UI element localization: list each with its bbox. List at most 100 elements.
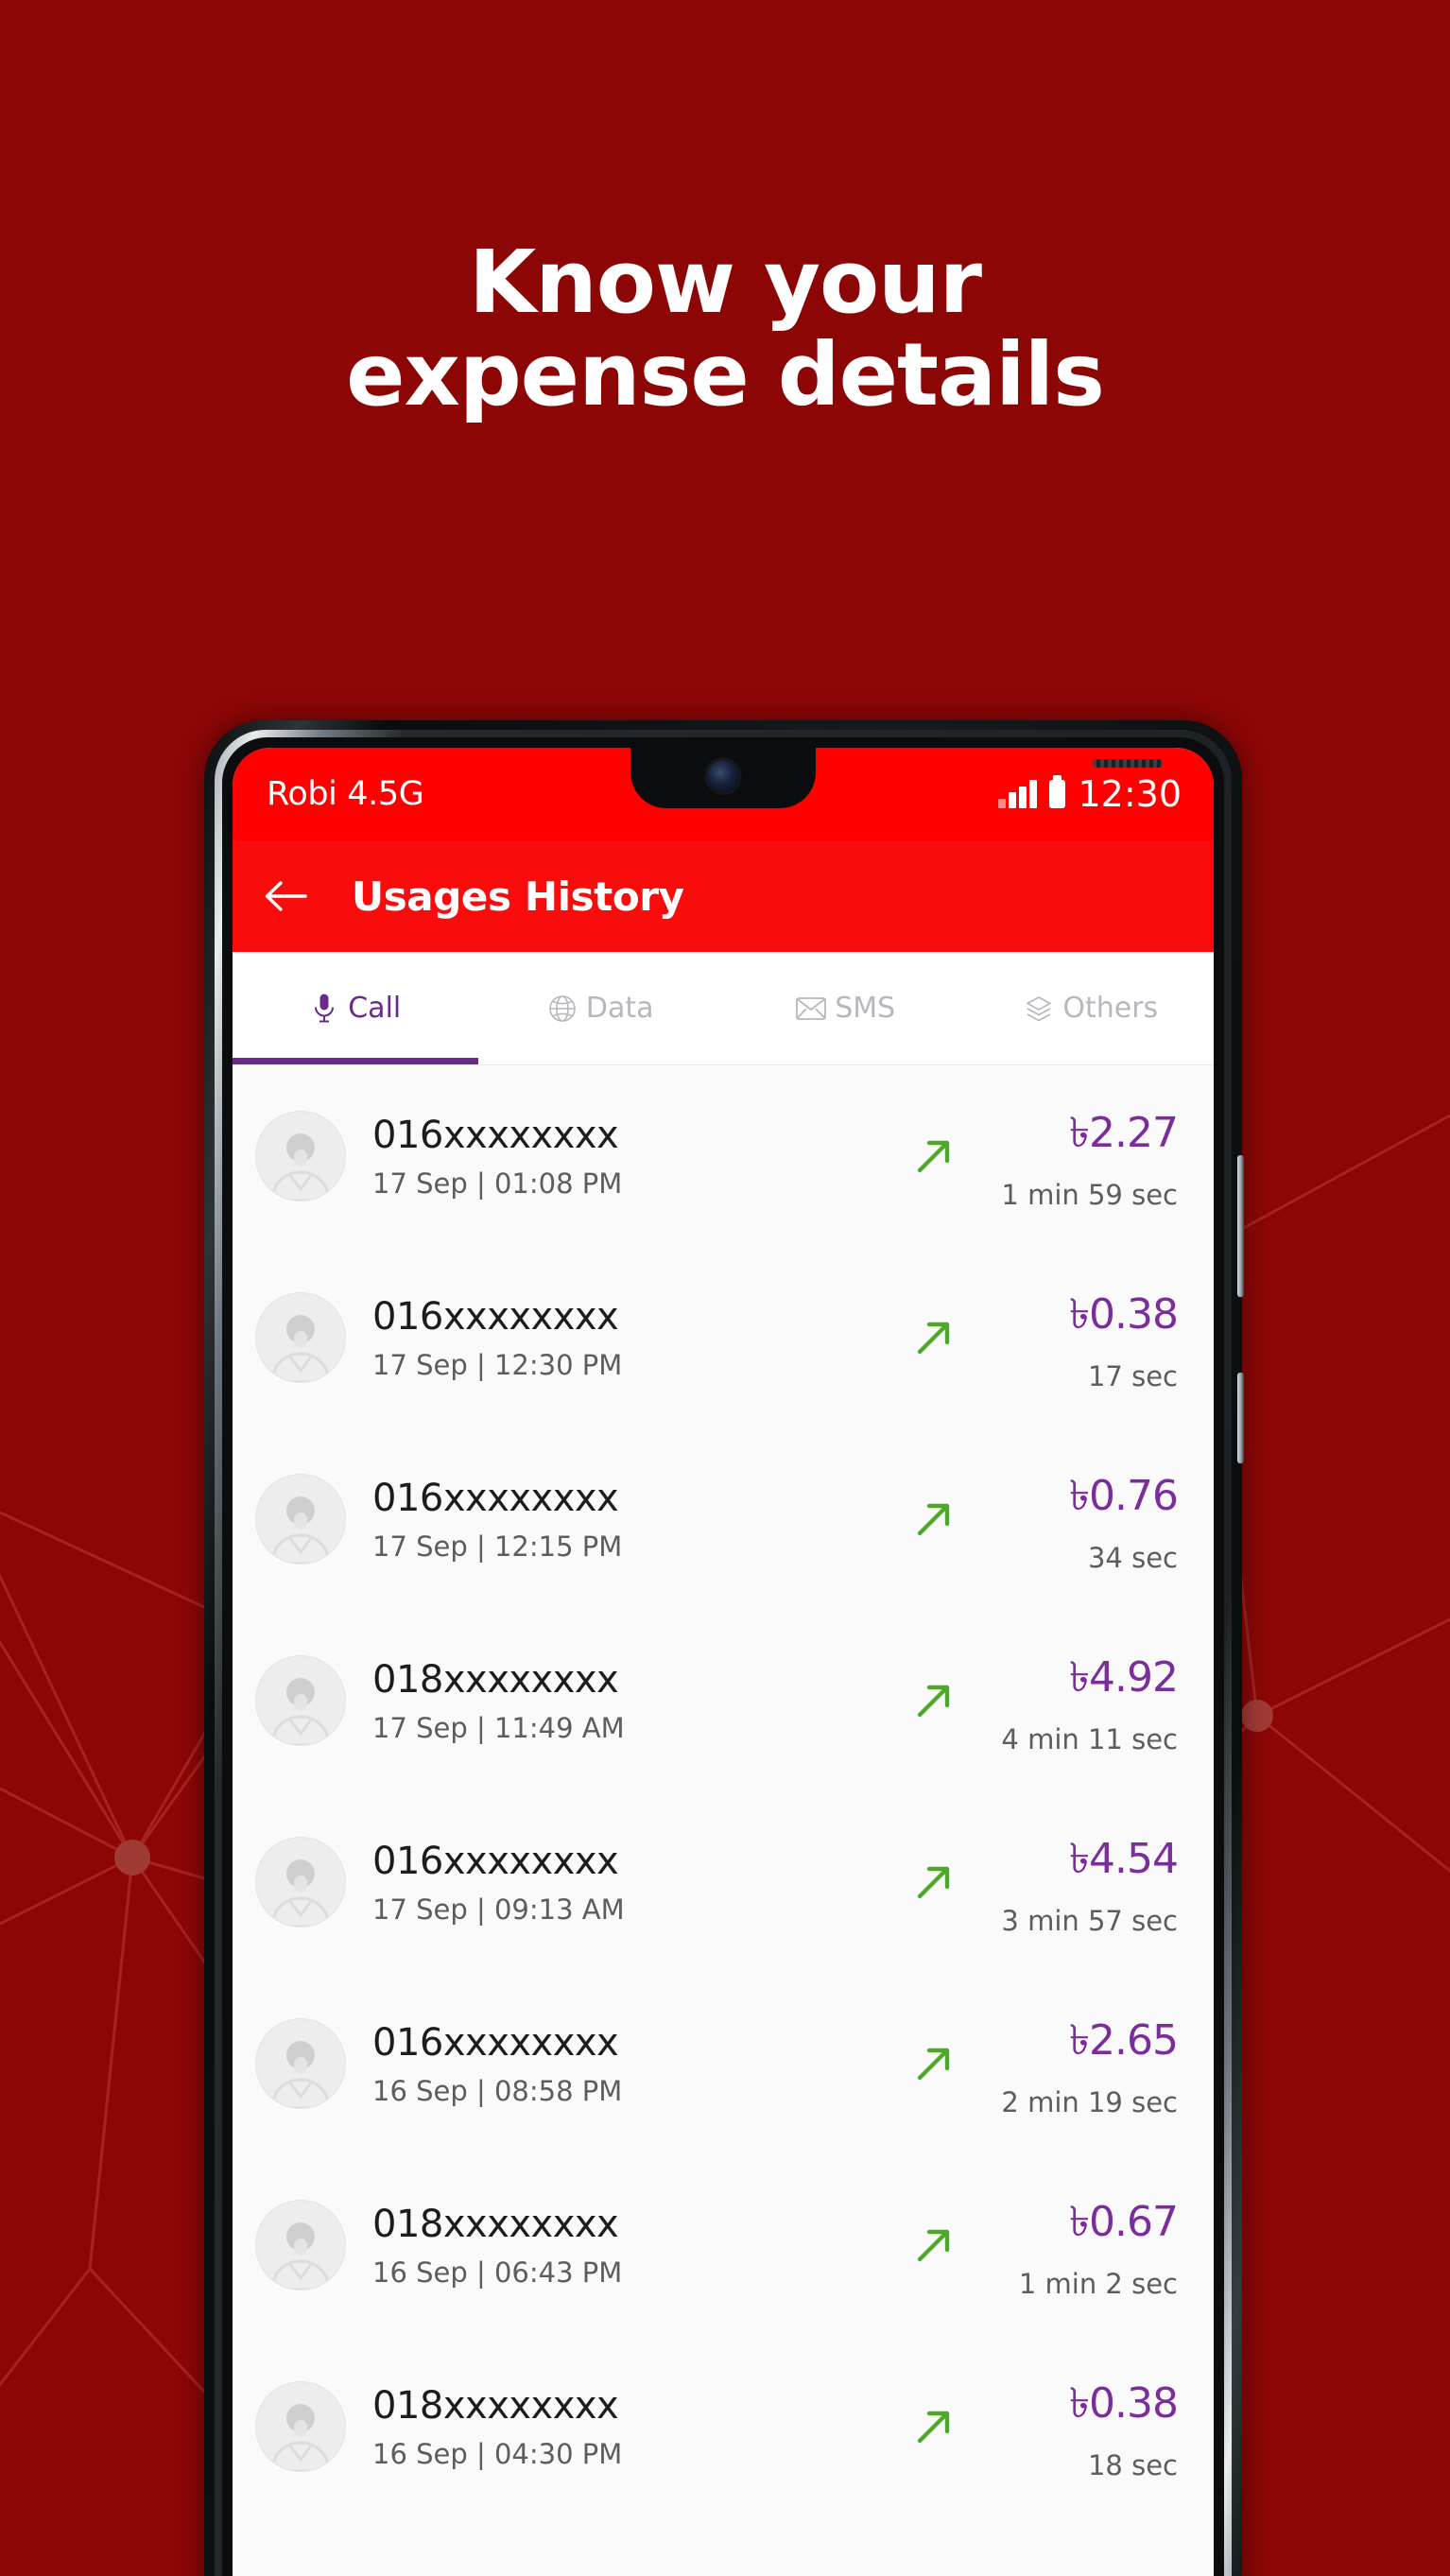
call-duration: 18 sec <box>1087 2449 1178 2481</box>
call-amount: ৳4.92 <box>1069 1653 1179 1702</box>
row-secondary: ৳0.67 1 min 2 sec <box>979 2190 1179 2300</box>
call-duration: 34 sec <box>1087 1542 1178 1574</box>
call-duration: 1 min 2 sec <box>1018 2268 1178 2300</box>
avatar <box>255 2200 346 2291</box>
tab-data[interactable]: Data <box>478 952 724 1064</box>
tab-others[interactable]: Others <box>969 952 1215 1064</box>
table-row[interactable]: 016xxxxxxxx 17 Sep | 09:13 AM ৳4.54 3 mi… <box>233 1791 1214 1973</box>
tab-call-label: Call <box>348 992 402 1025</box>
row-primary: 018xxxxxxxx 16 Sep | 06:43 PM <box>346 2203 889 2289</box>
call-amount: ৳0.38 <box>1069 1290 1179 1339</box>
headline-line-1: Know your <box>468 232 982 333</box>
person-placeholder-icon <box>270 2041 331 2108</box>
row-secondary: ৳2.65 2 min 19 sec <box>979 2009 1179 2118</box>
contact-number: 016xxxxxxxx <box>372 1113 619 1157</box>
row-secondary: ৳0.76 34 sec <box>979 1464 1179 1574</box>
row-primary: 016xxxxxxxx 17 Sep | 09:13 AM <box>346 1840 889 1926</box>
tab-data-label: Data <box>585 992 654 1025</box>
call-amount: ৳2.65 <box>1069 2016 1179 2065</box>
table-row[interactable]: 016xxxxxxxx 17 Sep | 01:08 PM ৳2.27 1 mi… <box>233 1065 1214 1247</box>
phone-power-button[interactable] <box>1237 1373 1244 1463</box>
layers-box-icon <box>1024 994 1054 1024</box>
app-bar: Usages History <box>233 840 1214 952</box>
table-row[interactable]: 016xxxxxxxx 17 Sep | 12:15 PM ৳0.76 34 s… <box>233 1428 1214 1610</box>
call-duration: 2 min 19 sec <box>1001 2086 1178 2118</box>
avatar <box>255 1837 346 1928</box>
microphone-icon <box>309 994 339 1024</box>
page-title: Usages History <box>352 873 684 920</box>
outgoing-arrow-icon <box>889 2044 979 2083</box>
person-placeholder-icon <box>270 2222 331 2290</box>
outgoing-arrow-icon <box>889 1681 979 1720</box>
table-row[interactable]: 016xxxxxxxx 17 Sep | 12:30 PM ৳0.38 17 s… <box>233 1247 1214 1428</box>
row-secondary: ৳4.92 4 min 11 sec <box>979 1646 1179 1755</box>
tab-active-indicator <box>233 1058 478 1064</box>
contact-number: 018xxxxxxxx <box>372 2383 619 2428</box>
row-primary: 018xxxxxxxx 17 Sep | 11:49 AM <box>346 1658 889 1744</box>
tab-call[interactable]: Call <box>233 952 478 1064</box>
row-primary: 016xxxxxxxx 17 Sep | 12:30 PM <box>346 1295 889 1381</box>
call-datetime: 16 Sep | 04:30 PM <box>372 2437 623 2470</box>
call-amount: ৳0.38 <box>1069 2379 1179 2428</box>
avatar <box>255 1655 346 1746</box>
row-primary: 016xxxxxxxx 16 Sep | 08:58 PM <box>346 2021 889 2107</box>
avatar <box>255 1292 346 1383</box>
row-primary: 018xxxxxxxx 16 Sep | 04:30 PM <box>346 2384 889 2470</box>
contact-number: 016xxxxxxxx <box>372 2020 619 2065</box>
person-placeholder-icon <box>270 1133 331 1201</box>
call-amount: ৳2.27 <box>1069 1109 1179 1157</box>
tab-sms[interactable]: SMS <box>723 952 969 1064</box>
call-duration: 4 min 11 sec <box>1001 1723 1178 1755</box>
usage-tabs: Call Data SMS Others <box>233 952 1214 1065</box>
back-arrow-icon[interactable] <box>263 873 308 919</box>
phone-volume-button[interactable] <box>1237 1155 1244 1297</box>
person-placeholder-icon <box>270 2404 331 2471</box>
contact-number: 016xxxxxxxx <box>372 1294 619 1339</box>
contact-number: 016xxxxxxxx <box>372 1476 619 1520</box>
person-placeholder-icon <box>270 1859 331 1927</box>
front-camera-icon <box>707 760 739 792</box>
call-datetime: 17 Sep | 01:08 PM <box>372 1167 623 1200</box>
call-datetime: 17 Sep | 12:30 PM <box>372 1348 623 1381</box>
avatar <box>255 2381 346 2472</box>
row-secondary: ৳0.38 17 sec <box>979 1283 1179 1392</box>
person-placeholder-icon <box>270 1315 331 1382</box>
outgoing-arrow-icon <box>889 1318 979 1357</box>
tab-sms-label: SMS <box>835 992 896 1025</box>
call-amount: ৳4.54 <box>1069 1835 1179 1883</box>
call-duration: 3 min 57 sec <box>1001 1905 1178 1937</box>
outgoing-arrow-icon <box>889 1862 979 1902</box>
outgoing-arrow-icon <box>889 2225 979 2265</box>
signal-bars-icon <box>998 780 1038 808</box>
phone-notch <box>630 748 816 808</box>
row-secondary: ৳0.38 18 sec <box>979 2372 1179 2481</box>
call-datetime: 17 Sep | 12:15 PM <box>372 1530 623 1563</box>
contact-number: 018xxxxxxxx <box>372 2202 619 2246</box>
table-row[interactable]: 018xxxxxxxx 17 Sep | 11:49 AM ৳4.92 4 mi… <box>233 1610 1214 1791</box>
status-bar: Robi 4.5G 12:30 <box>233 748 1214 840</box>
table-row[interactable]: 018xxxxxxxx 16 Sep | 04:30 PM ৳0.38 18 s… <box>233 2336 1214 2517</box>
outgoing-arrow-icon <box>889 1499 979 1539</box>
network-node <box>1241 1700 1273 1732</box>
avatar <box>255 2018 346 2109</box>
network-node <box>114 1840 150 1876</box>
earpiece-speaker <box>1093 759 1163 768</box>
call-datetime: 16 Sep | 08:58 PM <box>372 2074 623 2107</box>
call-datetime: 16 Sep | 06:43 PM <box>372 2256 623 2289</box>
contact-number: 016xxxxxxxx <box>372 1839 619 1883</box>
call-amount: ৳0.67 <box>1069 2198 1179 2246</box>
call-amount: ৳0.76 <box>1069 1472 1179 1520</box>
usage-list[interactable]: 016xxxxxxxx 17 Sep | 01:08 PM ৳2.27 1 mi… <box>233 1065 1214 2576</box>
table-row[interactable]: 016xxxxxxxx 16 Sep | 08:58 PM ৳2.65 2 mi… <box>233 1973 1214 2154</box>
status-clock: 12:30 <box>1078 773 1182 815</box>
row-primary: 016xxxxxxxx 17 Sep | 12:15 PM <box>346 1477 889 1563</box>
envelope-icon <box>796 994 827 1024</box>
row-secondary: ৳4.54 3 min 57 sec <box>979 1827 1179 1937</box>
phone-screen: Robi 4.5G 12:30 Usages History Call Data… <box>233 748 1214 2576</box>
call-datetime: 17 Sep | 09:13 AM <box>372 1893 625 1926</box>
outgoing-arrow-icon <box>889 2407 979 2446</box>
table-row[interactable]: 018xxxxxxxx 16 Sep | 06:43 PM ৳0.67 1 mi… <box>233 2154 1214 2336</box>
promo-screenshot: Know your expense details Robi 4.5G 12:3… <box>0 0 1450 2576</box>
call-duration: 17 sec <box>1087 1360 1178 1392</box>
outgoing-arrow-icon <box>889 1136 979 1176</box>
